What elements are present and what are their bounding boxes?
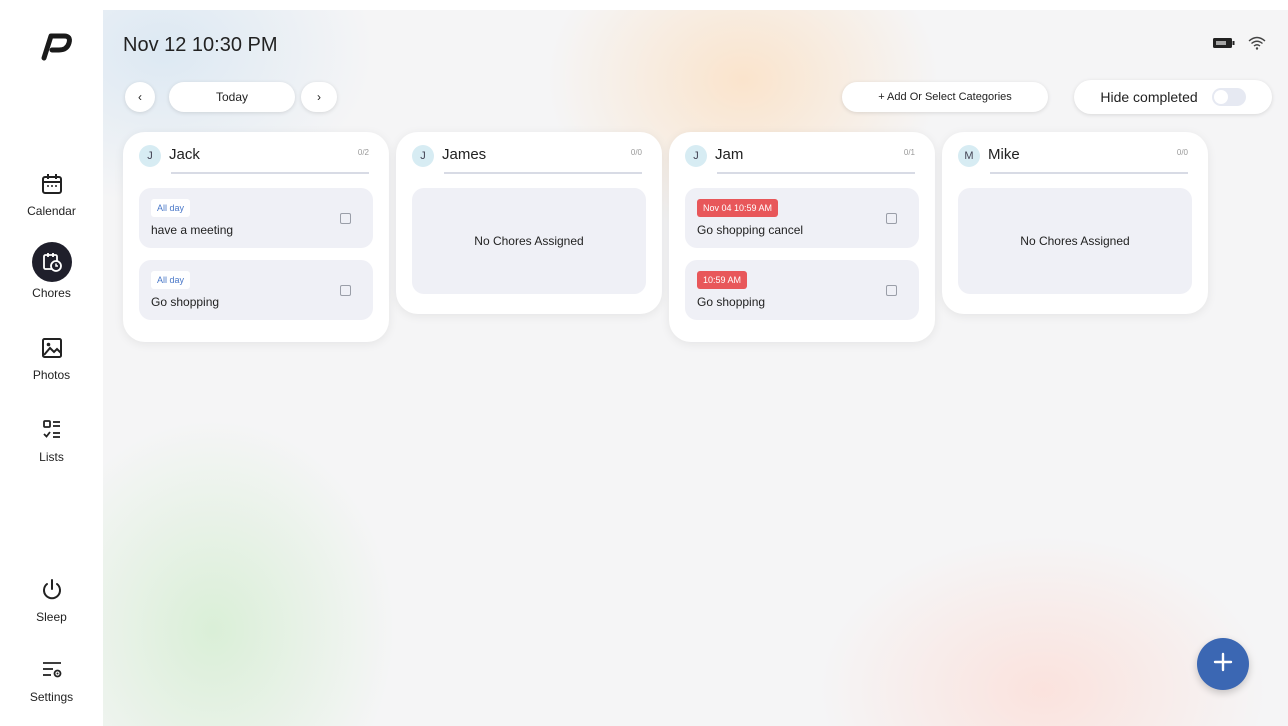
member-name: Jam	[715, 145, 744, 163]
add-categories-label: + Add Or Select Categories	[878, 91, 1012, 103]
sidebar-item-label: Photos	[32, 368, 71, 382]
chore-title: Go shopping	[697, 295, 766, 309]
chore-count: 0/2	[357, 148, 369, 157]
today-button[interactable]: Today	[169, 82, 295, 112]
sidebar-item-lists[interactable]: Lists	[0, 416, 103, 464]
member-card-mike: M Mike 0/0 No Chores Assigned	[942, 132, 1208, 314]
calendar-icon	[38, 170, 66, 198]
member-card-james: J James 0/0 No Chores Assigned	[396, 132, 662, 314]
chore-checkbox[interactable]	[340, 285, 351, 296]
hide-completed-control[interactable]: Hide completed	[1074, 80, 1272, 114]
settings-icon	[38, 656, 66, 684]
chore-tag: All day	[151, 271, 191, 289]
sidebar-item-settings[interactable]: Settings	[0, 656, 103, 704]
chore-count: 0/0	[630, 148, 642, 157]
member-name: James	[442, 145, 487, 163]
sidebar-item-label: Sleep	[36, 610, 67, 624]
chore-tag: 10:59 AM	[697, 271, 748, 289]
no-chores-message: No Chores Assigned	[412, 188, 646, 294]
member-card-jack: J Jack 0/2 All day have a meeting All da…	[123, 132, 389, 342]
chore-tag: All day	[151, 199, 191, 217]
chore-item[interactable]: All day Go shopping	[139, 260, 373, 320]
wifi-icon	[1248, 36, 1266, 55]
chore-item[interactable]: All day have a meeting	[139, 188, 373, 248]
add-chore-button[interactable]	[1197, 638, 1249, 690]
prev-day-button[interactable]: ‹	[125, 82, 155, 112]
sidebar-item-label: Lists	[39, 450, 64, 464]
hide-completed-toggle[interactable]	[1211, 88, 1246, 106]
chore-checkbox[interactable]	[340, 213, 351, 224]
next-day-button[interactable]: ›	[301, 82, 337, 112]
chevron-right-icon: ›	[317, 90, 321, 104]
avatar: M	[958, 145, 980, 167]
app-logo	[38, 30, 74, 62]
battery-icon	[1212, 36, 1236, 55]
list-icon	[38, 416, 66, 444]
member-name: Jack	[169, 145, 200, 163]
photo-icon	[38, 334, 66, 362]
member-header: M Mike 0/0	[958, 132, 1192, 176]
main-area: Nov 12 10:30 PM ‹ Today › + Add Or Selec…	[103, 10, 1288, 726]
chore-tag: Nov 04 10:59 AM	[697, 199, 779, 217]
member-header: J Jam 0/1	[685, 132, 919, 176]
chore-checkbox[interactable]	[886, 213, 897, 224]
hide-completed-label: Hide completed	[1100, 89, 1198, 105]
member-name: Mike	[988, 145, 1020, 163]
chevron-left-icon: ‹	[138, 90, 142, 104]
no-chores-message: No Chores Assigned	[958, 188, 1192, 294]
sidebar-item-label: Calendar	[27, 204, 76, 218]
chore-count: 0/0	[1176, 148, 1188, 157]
sidebar-item-chores[interactable]: Chores	[0, 242, 103, 300]
sidebar-item-sleep[interactable]: Sleep	[0, 576, 103, 624]
chore-checkbox[interactable]	[886, 285, 897, 296]
status-bar	[1212, 36, 1266, 55]
chore-item[interactable]: Nov 04 10:59 AM Go shopping cancel	[685, 188, 919, 248]
member-card-jam: J Jam 0/1 Nov 04 10:59 AM Go shopping ca…	[669, 132, 935, 342]
member-header: J Jack 0/2	[139, 132, 373, 176]
sidebar: Calendar Chores Photos Lists Sleep Setti…	[0, 0, 103, 726]
chore-count: 0/1	[903, 148, 915, 157]
add-categories-button[interactable]: + Add Or Select Categories	[842, 82, 1048, 112]
today-label: Today	[215, 90, 249, 104]
plus-icon	[1211, 650, 1235, 679]
chore-title: Go shopping cancel	[697, 223, 804, 237]
chore-title: have a meeting	[151, 223, 234, 237]
current-datetime: Nov 12 10:30 PM	[123, 34, 278, 56]
chores-icon	[31, 242, 72, 282]
avatar: J	[685, 145, 707, 167]
sidebar-item-photos[interactable]: Photos	[0, 334, 103, 382]
sidebar-item-calendar[interactable]: Calendar	[0, 170, 103, 218]
sidebar-item-label: Chores	[32, 286, 71, 300]
avatar: J	[412, 145, 434, 167]
member-header: J James 0/0	[412, 132, 646, 176]
sidebar-item-label: Settings	[29, 690, 74, 704]
avatar: J	[139, 145, 161, 167]
chore-item[interactable]: 10:59 AM Go shopping	[685, 260, 919, 320]
power-icon	[38, 576, 66, 604]
chore-title: Go shopping	[151, 295, 220, 309]
